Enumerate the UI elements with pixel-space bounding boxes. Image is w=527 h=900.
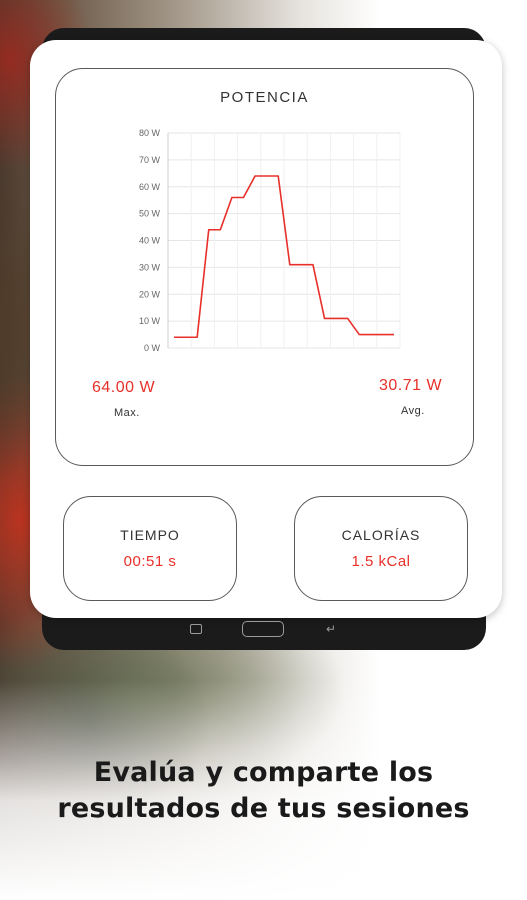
y-tick-label: 30 W xyxy=(139,262,161,272)
caption: Evalúa y comparte los resultados de tus … xyxy=(0,755,527,827)
y-tick-label: 80 W xyxy=(139,128,161,138)
y-tick-label: 60 W xyxy=(139,182,161,192)
calories-value: 1.5 kCal xyxy=(351,553,411,570)
max-label: Max. xyxy=(114,407,140,419)
calories-label: CALORÍAS xyxy=(341,527,421,543)
y-tick-label: 40 W xyxy=(139,236,161,246)
caption-line-1: Evalúa y comparte los xyxy=(93,757,434,788)
power-chart: 0 W 10 W 20 W 30 W 40 W 50 W 60 W 70 W 80 W xyxy=(139,128,401,353)
time-label: TIEMPO xyxy=(120,527,180,543)
y-tick-label: 20 W xyxy=(139,289,161,299)
avg-value: 30.71 W xyxy=(379,377,443,394)
time-card: TIEMPO 00:51 s xyxy=(63,496,237,601)
caption-line-2: resultados de tus sesiones xyxy=(57,793,470,824)
home-icon[interactable] xyxy=(242,621,284,637)
recent-apps-icon[interactable] xyxy=(190,624,202,634)
calories-card: CALORÍAS 1.5 kCal xyxy=(294,496,468,601)
tablet-nav-bar: ↵ xyxy=(42,618,486,644)
avg-label: Avg. xyxy=(401,405,425,417)
max-value: 64.00 W xyxy=(92,379,156,396)
back-icon[interactable]: ↵ xyxy=(326,622,336,636)
time-value: 00:51 s xyxy=(123,553,177,570)
y-tick-label: 0 W xyxy=(144,343,161,353)
power-card: POTENCIA 0 W 10 W 20 W 30 W 40 W 50 W 60 W 70 W… xyxy=(55,68,474,466)
y-tick-label: 10 W xyxy=(139,316,161,326)
power-title: POTENCIA xyxy=(220,89,309,106)
y-tick-label: 70 W xyxy=(139,155,161,165)
y-tick-label: 50 W xyxy=(139,209,161,219)
